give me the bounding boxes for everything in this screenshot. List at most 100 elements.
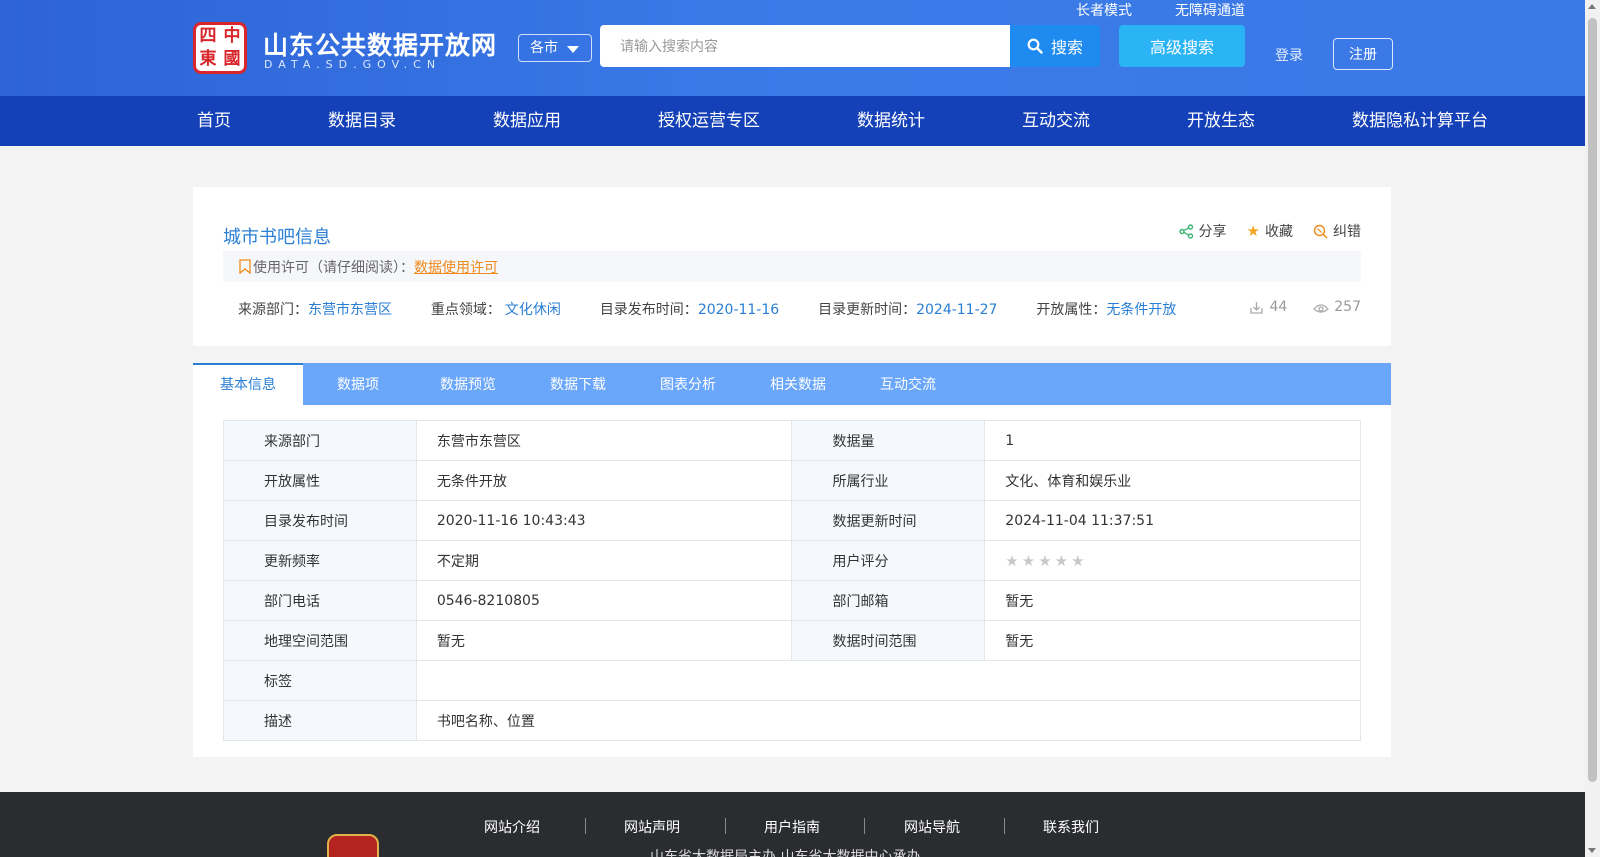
field-label: 描述 <box>223 700 417 741</box>
logo-char: 中 <box>223 26 241 46</box>
search-button-label: 搜索 <box>1050 38 1083 57</box>
table-row: 部门电话 0546-8210805 部门邮箱 暂无 <box>223 580 1361 621</box>
nav-item-apps[interactable]: 数据应用 <box>493 96 561 146</box>
tab-data-items[interactable]: 数据项 <box>303 363 413 405</box>
login-link[interactable]: 登录 <box>1275 45 1303 65</box>
main-nav: 首页 数据目录 数据应用 授权运营专区 数据统计 互动交流 开放生态 数据隐私计… <box>0 96 1585 146</box>
favorite-label: 收藏 <box>1265 224 1293 240</box>
meta-source[interactable]: 东营市东营区 <box>308 302 392 318</box>
field-label: 所属行业 <box>791 460 986 501</box>
footer-link-statement[interactable]: 网站声明 <box>624 817 680 837</box>
advanced-search-button[interactable]: 高级搜索 <box>1119 25 1245 67</box>
meta-publish-label: 目录发布时间： <box>599 302 698 318</box>
footer-divider <box>725 818 726 834</box>
license-label: 使用许可（请仔细阅读）： <box>253 259 414 276</box>
favorite-button[interactable]: ★ 收藏 <box>1247 221 1293 241</box>
footer-link-contact[interactable]: 联系我们 <box>1043 817 1099 837</box>
site-footer: 网站介绍 网站声明 用户指南 网站导航 联系我们 山东省大数据局主办 山东省大数… <box>0 792 1585 857</box>
meta-open-label: 开放属性： <box>1036 302 1107 318</box>
share-label: 分享 <box>1198 224 1227 240</box>
meta-publish: 2020-11-16 <box>697 302 780 318</box>
tab-related-data[interactable]: 相关数据 <box>743 363 853 405</box>
search-icon <box>1027 38 1043 54</box>
field-label: 开放属性 <box>223 460 417 501</box>
detail-tabs: 基本信息 数据项 数据预览 数据下载 图表分析 相关数据 互动交流 <box>193 363 1391 405</box>
footer-link-about[interactable]: 网站介绍 <box>484 817 540 837</box>
nav-item-privacy-computing[interactable]: 数据隐私计算平台 <box>1352 96 1488 146</box>
site-domain: DATA.SD.GOV.CN <box>264 58 442 71</box>
star-icon: ★ <box>1246 222 1260 240</box>
dataset-meta: 来源部门：东营市东营区 重点领域： 文化休闲 目录发布时间：2020-11-16 … <box>238 299 1176 319</box>
field-value: 1 <box>984 420 1361 461</box>
field-label: 用户评分 <box>791 540 986 581</box>
footer-link-guide[interactable]: 用户指南 <box>764 817 820 837</box>
star-icon[interactable]: ★ <box>1022 552 1035 570</box>
detail-panel: 基本信息 数据项 数据预览 数据下载 图表分析 相关数据 互动交流 来源部门 东… <box>193 363 1391 757</box>
scrollbar-thumb[interactable] <box>1588 18 1597 782</box>
nav-item-ecosystem[interactable]: 开放生态 <box>1187 96 1255 146</box>
footer-divider <box>585 818 586 834</box>
site-logo[interactable]: 四 中 東 國 <box>193 22 247 74</box>
field-value: 无条件开放 <box>415 460 793 501</box>
footer-link-sitemap[interactable]: 网站导航 <box>904 817 960 837</box>
rating-stars[interactable]: ★ ★ ★ ★ ★ <box>1005 552 1360 570</box>
site-header: 四 中 東 國 山东公共数据开放网 DATA.SD.GOV.CN 各市 搜索 高… <box>0 0 1585 96</box>
star-icon[interactable]: ★ <box>1071 552 1084 570</box>
dataset-summary-card: 城市书吧信息 分享 ★ 收藏 纠错 使用许可（请仔细阅读）： 数据使用许可 来源… <box>193 187 1391 346</box>
table-row: 来源部门 东营市东营区 数据量 1 <box>223 420 1361 461</box>
tab-basic-info[interactable]: 基本信息 <box>193 363 303 405</box>
tab-chart-analysis[interactable]: 图表分析 <box>633 363 743 405</box>
table-row: 目录发布时间 2020-11-16 10:43:43 数据更新时间 2024-1… <box>223 500 1361 541</box>
field-value: 暂无 <box>984 580 1361 621</box>
dataset-title: 城市书吧信息 <box>223 227 331 248</box>
logo-char: 四 <box>199 26 217 46</box>
error-report-icon <box>1313 224 1328 239</box>
scroll-up-arrow[interactable] <box>1588 4 1596 9</box>
tab-data-preview[interactable]: 数据预览 <box>413 363 523 405</box>
nav-item-statistics[interactable]: 数据统计 <box>857 96 925 146</box>
footer-divider <box>864 818 865 834</box>
footer-divider <box>1004 818 1005 834</box>
download-icon <box>1250 301 1264 314</box>
table-row: 标签 <box>223 660 1362 701</box>
nav-item-interaction[interactable]: 互动交流 <box>1022 96 1090 146</box>
table-row: 更新频率 不定期 用户评分 ★ ★ ★ ★ ★ <box>223 540 1361 581</box>
accessibility-link[interactable]: 无障碍通道 <box>1175 0 1245 20</box>
meta-domain[interactable]: 文化休闲 <box>505 302 561 318</box>
table-row: 地理空间范围 暂无 数据时间范围 暂无 <box>223 620 1361 661</box>
tab-data-download[interactable]: 数据下载 <box>523 363 633 405</box>
star-icon[interactable]: ★ <box>1005 552 1018 570</box>
field-label: 部门邮箱 <box>791 580 986 621</box>
scroll-down-arrow[interactable] <box>1588 848 1596 853</box>
star-icon[interactable]: ★ <box>1055 552 1068 570</box>
register-button[interactable]: 注册 <box>1333 38 1393 70</box>
star-icon[interactable]: ★ <box>1038 552 1051 570</box>
search-input[interactable] <box>600 25 1010 67</box>
field-value: 不定期 <box>415 540 793 581</box>
license-bar: 使用许可（请仔细阅读）： 数据使用许可 <box>223 251 1361 282</box>
page-scrollbar[interactable] <box>1585 0 1600 857</box>
correct-button[interactable]: 纠错 <box>1313 221 1361 241</box>
chevron-down-icon <box>567 46 579 53</box>
site-name[interactable]: 山东公共数据开放网 <box>263 26 497 62</box>
download-count-value: 44 <box>1269 299 1288 315</box>
elder-mode-link[interactable]: 长者模式 <box>1076 0 1132 20</box>
meta-source-label: 来源部门： <box>238 302 308 318</box>
nav-item-authorized-ops[interactable]: 授权运营专区 <box>658 96 760 146</box>
nav-item-home[interactable]: 首页 <box>197 96 231 146</box>
field-label: 数据更新时间 <box>791 500 986 541</box>
meta-update: 2024-11-27 <box>916 302 998 318</box>
city-select[interactable]: 各市 <box>518 34 592 62</box>
nav-item-catalog[interactable]: 数据目录 <box>328 96 396 146</box>
download-count: 44 <box>1249 299 1287 315</box>
field-value: 暂无 <box>984 620 1361 661</box>
tab-interaction[interactable]: 互动交流 <box>853 363 963 405</box>
field-value: 文化、体育和娱乐业 <box>984 460 1361 501</box>
license-link[interactable]: 数据使用许可 <box>414 257 498 277</box>
search-button[interactable]: 搜索 <box>1010 25 1100 67</box>
field-value: 暂无 <box>415 620 793 661</box>
field-label: 地理空间范围 <box>223 620 417 661</box>
share-button[interactable]: 分享 <box>1178 221 1227 241</box>
field-value: 0546-8210805 <box>415 580 793 621</box>
footer-emblem <box>327 834 379 857</box>
